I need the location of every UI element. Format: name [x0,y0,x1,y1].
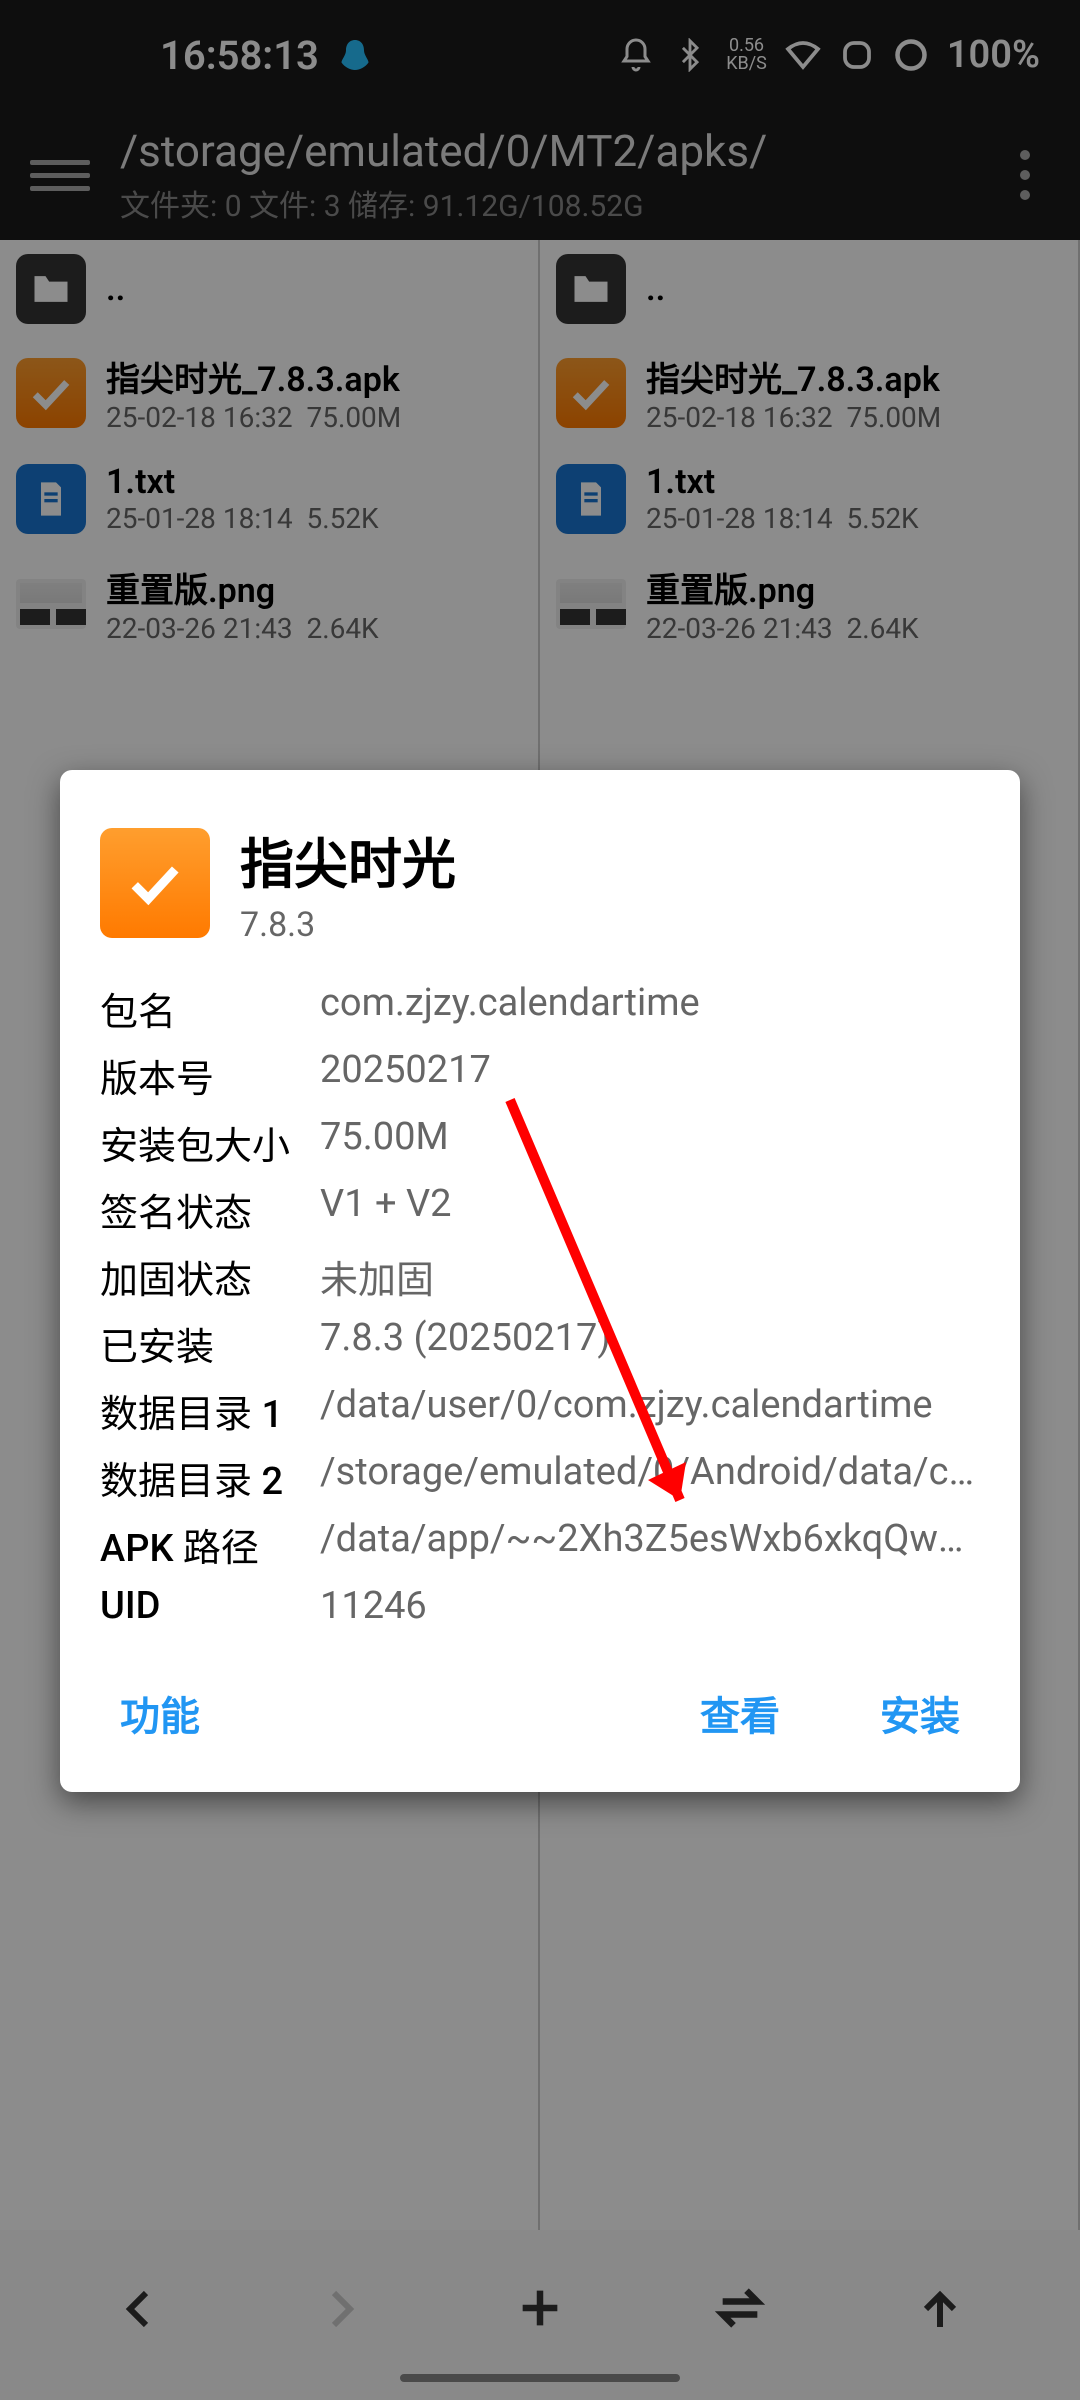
dialog-app-name: 指尖时光 [240,820,456,899]
row-sign: 签名状态V1 + V2 [100,1176,980,1243]
apk-icon [100,828,210,938]
row-versioncode: 版本号20250217 [100,1042,980,1109]
row-hardening: 加固状态未加固 [100,1243,980,1310]
apk-info-dialog: 指尖时光 7.8.3 包名com.zjzy.calendartime 版本号20… [60,770,1020,1792]
function-button[interactable]: 功能 [120,1684,200,1742]
row-uid: UID11246 [100,1578,980,1634]
row-installed: 已安装7.8.3 (20250217) [100,1310,980,1377]
row-datadir2: 数据目录 2/storage/emulated/0/Android/data/c… [100,1444,980,1511]
view-button[interactable]: 查看 [700,1684,780,1742]
dialog-app-version: 7.8.3 [240,905,456,945]
row-apkpath: APK 路径/data/app/~~2Xh3Z5esWxb6xkqQwm5MhA… [100,1511,980,1578]
row-package: 包名com.zjzy.calendartime [100,975,980,1042]
row-datadir1: 数据目录 1/data/user/0/com.zjzy.calendartime [100,1377,980,1444]
row-size: 安装包大小75.00M [100,1109,980,1176]
install-button[interactable]: 安装 [880,1684,960,1742]
